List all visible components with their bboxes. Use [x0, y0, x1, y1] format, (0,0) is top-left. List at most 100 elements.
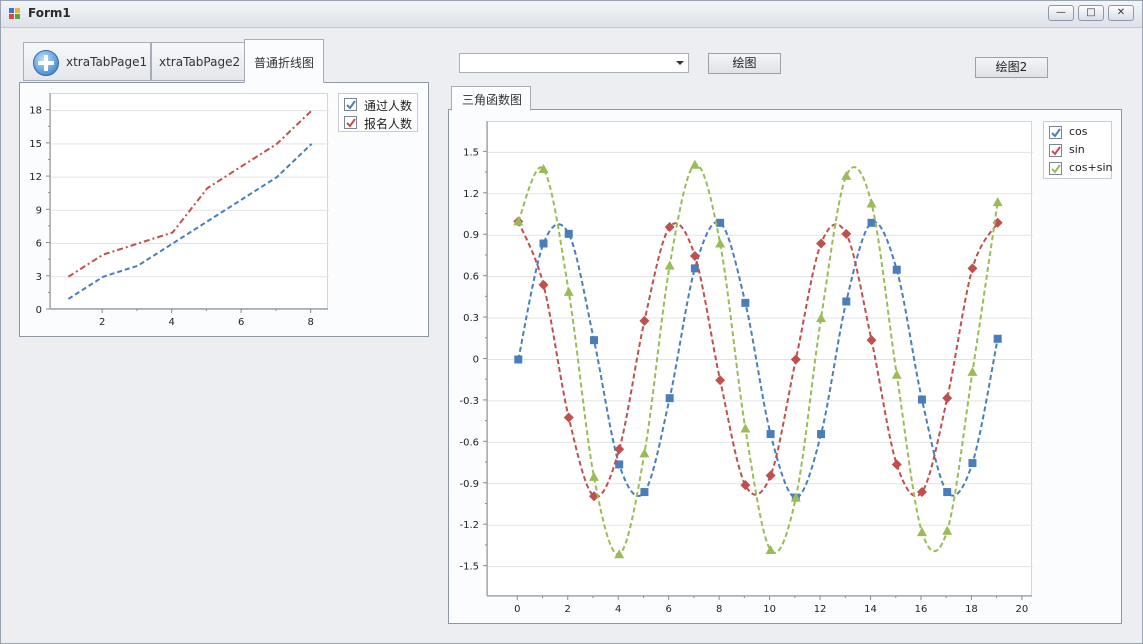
legend-label: sin — [1069, 143, 1085, 156]
data-point-diamond — [715, 375, 726, 386]
data-point-triangle — [891, 369, 902, 379]
legend-label: cos+sin — [1069, 161, 1113, 174]
main-window: Form1 — □ ✕ xtraTabPage1 xtraTabPage2 普通… — [0, 0, 1143, 644]
y-tick-label: 12 — [29, 172, 42, 183]
data-point-diamond — [916, 487, 927, 498]
line-chart-svg — [51, 109, 329, 310]
minimize-icon: — — [1056, 7, 1066, 18]
checkbox-checked-icon[interactable] — [344, 116, 357, 129]
y-tick-label: 3 — [36, 272, 42, 283]
data-point-triangle — [866, 198, 877, 208]
data-point-diamond — [866, 335, 877, 346]
data-point-square — [589, 336, 598, 345]
line-chart-plot-area — [50, 93, 329, 310]
tab-label: xtraTabPage2 — [159, 55, 241, 69]
data-point-triangle — [967, 366, 978, 376]
close-icon: ✕ — [1116, 7, 1126, 18]
y-tick-label: 0.6 — [463, 272, 479, 283]
x-tick-label: 2 — [565, 604, 571, 615]
series-combo[interactable] — [459, 53, 689, 73]
data-point-square — [564, 229, 573, 238]
series-line-1 — [67, 109, 313, 278]
tab-label: xtraTabPage1 — [66, 55, 148, 69]
line-chart-panel: 0 3 6 9 12 15 18 2 4 6 8 通过人数 报名人数 — [19, 82, 429, 337]
x-tick-label: 6 — [665, 604, 671, 615]
x-tick-label: 0 — [514, 604, 520, 615]
x-tick-label: 8 — [307, 317, 313, 328]
y-tick-label: 18 — [29, 106, 42, 117]
data-point-diamond — [639, 315, 650, 326]
data-point-square — [640, 488, 649, 497]
data-point-triangle — [639, 448, 650, 458]
x-tick-label: 18 — [965, 604, 978, 615]
data-point-diamond — [942, 393, 953, 404]
series-line-0 — [67, 143, 313, 300]
data-point-square — [968, 459, 977, 468]
data-point-square — [741, 298, 750, 307]
data-point-diamond — [841, 228, 852, 239]
data-point-square — [716, 218, 725, 227]
data-point-square — [917, 395, 926, 404]
trig-chart-panel: -1.5 -1.2 -0.9 -0.6 -0.3 0 0.3 0.6 0.9 1.2 1.5 0 2 4 6… — [448, 109, 1122, 624]
data-point-diamond — [538, 279, 549, 290]
data-point-square — [943, 488, 952, 497]
data-point-square — [514, 355, 523, 364]
y-tick-label: 6 — [36, 239, 42, 250]
y-tick-label: 0.3 — [463, 313, 479, 324]
y-tick-label: -1.5 — [459, 562, 479, 573]
draw2-button[interactable]: 绘图2 — [975, 57, 1048, 78]
y-tick-label: -0.3 — [459, 396, 479, 407]
data-point-square — [892, 265, 901, 274]
trig-chart-svg — [488, 151, 1033, 568]
y-tick-label: 0.9 — [463, 230, 479, 241]
x-tick-label: 10 — [763, 604, 776, 615]
tab-xtratabpage1[interactable]: xtraTabPage1 — [23, 42, 151, 81]
data-point-square — [766, 430, 775, 439]
data-point-triangle — [563, 286, 574, 296]
tab-xtratabpage2[interactable]: xtraTabPage2 — [151, 42, 245, 81]
legend-label: cos — [1069, 125, 1088, 138]
tab-trig-chart[interactable]: 三角函数图 — [451, 86, 531, 111]
y-tick-label: -0.6 — [459, 437, 479, 448]
maximize-button[interactable]: □ — [1078, 5, 1104, 21]
x-tick-label: 4 — [615, 604, 621, 615]
data-point-diamond — [765, 470, 776, 481]
x-tick-label: 4 — [168, 317, 174, 328]
data-point-triangle — [664, 260, 675, 270]
checkbox-checked-icon[interactable] — [1049, 162, 1062, 175]
chevron-down-icon[interactable] — [676, 61, 684, 66]
legend-label: 通过人数 — [364, 99, 413, 113]
data-point-square — [867, 218, 876, 227]
checkbox-checked-icon[interactable] — [1049, 144, 1062, 157]
minimize-button[interactable]: — — [1048, 5, 1074, 21]
x-tick-label: 8 — [716, 604, 722, 615]
data-point-diamond — [790, 354, 801, 365]
y-tick-label: 1.2 — [463, 189, 479, 200]
x-tick-label: 16 — [915, 604, 928, 615]
plus-circle-icon — [33, 50, 59, 76]
data-point-diamond — [891, 459, 902, 470]
data-point-square — [993, 334, 1002, 343]
y-tick-label: 0 — [36, 305, 42, 316]
y-tick-label: -1.2 — [459, 520, 479, 531]
data-point-triangle — [765, 545, 776, 555]
trig-chart-plot-area — [487, 121, 1033, 596]
tab-label: 三角函数图 — [462, 93, 523, 107]
data-point-diamond — [740, 480, 751, 491]
data-point-square — [539, 239, 548, 248]
data-point-triangle — [916, 527, 927, 537]
data-point-diamond — [816, 238, 827, 249]
close-button[interactable]: ✕ — [1108, 5, 1134, 21]
draw-button[interactable]: 绘图 — [708, 53, 781, 74]
data-point-triangle — [689, 159, 700, 169]
data-point-triangle — [715, 238, 726, 248]
checkbox-checked-icon[interactable] — [344, 98, 357, 111]
line-chart-legend: 通过人数 报名人数 — [338, 93, 418, 132]
y-tick-label: 1.5 — [463, 147, 479, 158]
tab-line-chart[interactable]: 普通折线图 — [244, 39, 324, 83]
checkbox-checked-icon[interactable] — [1049, 126, 1062, 139]
data-point-square — [842, 297, 851, 306]
data-point-diamond — [967, 263, 978, 274]
data-point-triangle — [816, 313, 827, 323]
data-point-triangle — [841, 170, 852, 180]
